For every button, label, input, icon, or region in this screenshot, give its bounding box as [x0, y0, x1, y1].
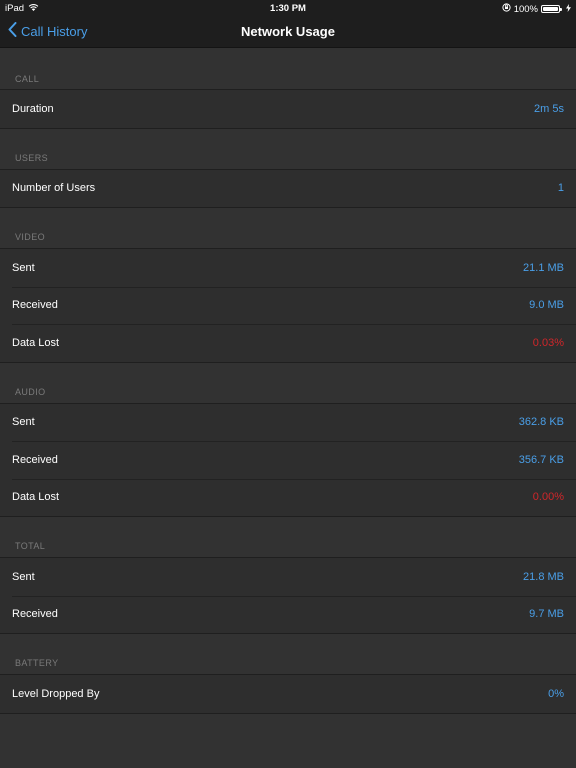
row-call-duration: Duration 2m 5s — [0, 90, 576, 128]
battery-level-fill — [543, 7, 558, 11]
section-header-users: USERS — [0, 129, 576, 170]
section-header-audio: AUDIO — [0, 363, 576, 404]
section-header-video: VIDEO — [0, 208, 576, 249]
battery-icon — [541, 5, 562, 13]
row-total-received: Received 9.7 MB — [0, 595, 576, 633]
row-label: Received — [12, 608, 58, 621]
row-label: Received — [12, 453, 58, 466]
row-label: Received — [12, 299, 58, 312]
row-video-sent: Sent 21.1 MB — [0, 249, 576, 287]
row-label: Data Lost — [12, 336, 60, 349]
section-call: CALL Duration 2m 5s — [0, 49, 576, 129]
row-label: Sent — [12, 261, 35, 274]
charging-icon — [566, 3, 571, 15]
section-users: USERS Number of Users 1 — [0, 129, 576, 208]
status-time: 1:30 PM — [270, 3, 306, 14]
row-number-of-users: Number of Users 1 — [0, 169, 576, 207]
page-title: Network Usage — [241, 24, 335, 39]
row-audio-sent: Sent 362.8 KB — [0, 403, 576, 441]
section-header-call: CALL — [0, 49, 576, 90]
row-label: Number of Users — [12, 182, 96, 195]
row-total-sent: Sent 21.8 MB — [0, 558, 576, 596]
row-value: 362.8 KB — [518, 416, 564, 429]
section-header-battery: BATTERY — [0, 634, 576, 675]
status-bar: iPad 1:30 PM 100% — [0, 0, 576, 16]
row-battery-level-dropped: Level Dropped By 0% — [0, 675, 576, 713]
section-battery: BATTERY Level Dropped By 0% — [0, 634, 576, 714]
row-value: 21.8 MB — [523, 570, 564, 583]
section-video: VIDEO Sent 21.1 MB Received 9.0 MB Data … — [0, 208, 576, 363]
row-video-data-lost: Data Lost 0.03% — [0, 324, 576, 362]
row-label: Sent — [12, 416, 35, 429]
section-header-total: TOTAL — [0, 517, 576, 558]
section-total: TOTAL Sent 21.8 MB Received 9.7 MB — [0, 517, 576, 634]
row-value-alert: 0.00% — [532, 491, 564, 504]
row-video-received: Received 9.0 MB — [0, 286, 576, 324]
row-audio-data-lost: Data Lost 0.00% — [0, 478, 576, 516]
battery-percent: 100% — [513, 3, 538, 15]
row-value: 356.7 KB — [518, 453, 564, 466]
row-label: Data Lost — [12, 491, 60, 504]
row-label: Duration — [12, 102, 54, 115]
row-value: 1 — [557, 182, 564, 195]
row-audio-received: Received 356.7 KB — [0, 441, 576, 479]
row-value: 9.0 MB — [529, 299, 564, 312]
status-right: 100% — [502, 3, 571, 15]
navigation-bar: Call History Network Usage — [0, 16, 576, 48]
row-value: 9.7 MB — [529, 608, 564, 621]
row-value: 2m 5s — [534, 102, 564, 115]
network-usage-list[interactable]: CALL Duration 2m 5s USERS Number of User… — [0, 49, 576, 714]
row-label: Level Dropped By — [12, 687, 100, 700]
row-value: 0% — [548, 687, 564, 700]
row-value: 21.1 MB — [523, 261, 564, 274]
rotation-lock-icon — [502, 3, 511, 15]
row-value-alert: 0.03% — [532, 336, 564, 349]
section-audio: AUDIO Sent 362.8 KB Received 356.7 KB Da… — [0, 363, 576, 517]
row-label: Sent — [12, 570, 35, 583]
